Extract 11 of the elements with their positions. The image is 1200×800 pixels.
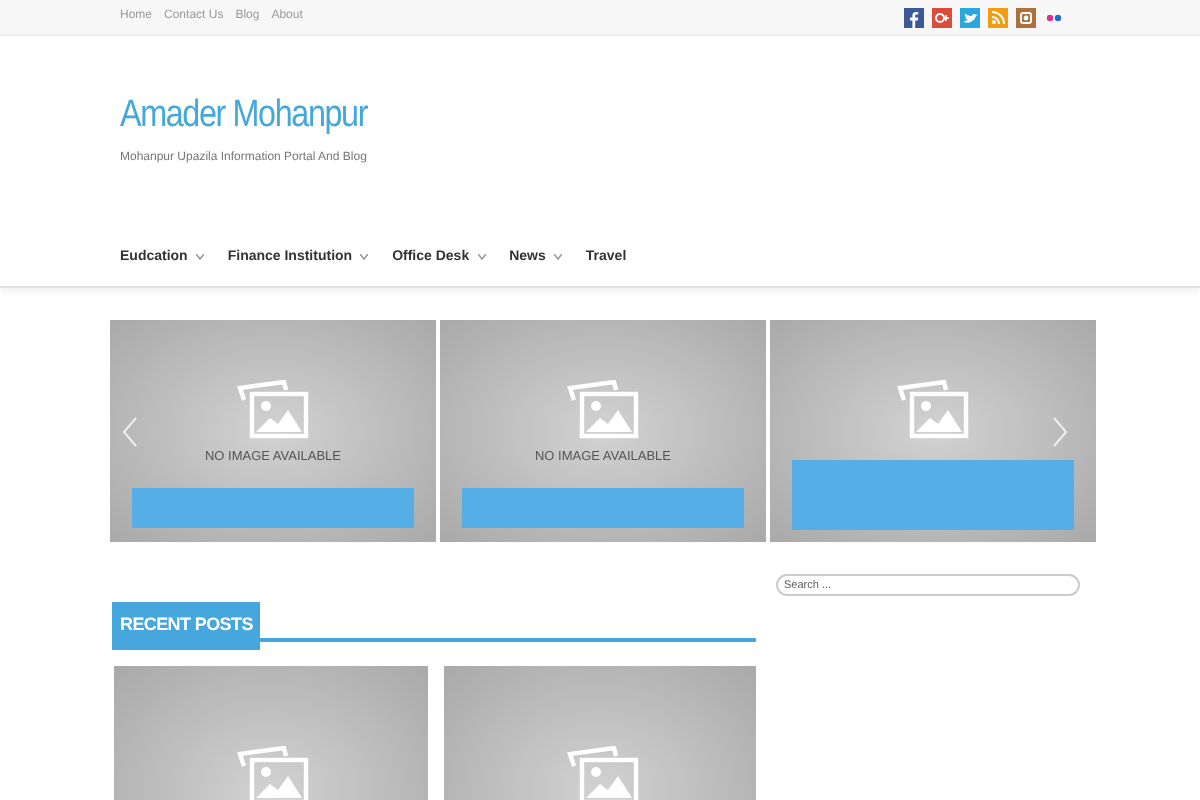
image-placeholder-icon — [236, 746, 310, 800]
camera-icon[interactable] — [1016, 7, 1036, 27]
bird-icon[interactable] — [960, 7, 980, 27]
section-title: RECENT POSTS — [112, 602, 261, 649]
f-logo-icon[interactable] — [904, 7, 924, 27]
image-placeholder-icon — [566, 380, 640, 440]
image-placeholder-icon — [236, 380, 310, 440]
g-plus-icon[interactable] — [932, 7, 952, 27]
image-placeholder-icon — [896, 380, 970, 440]
rss-icon[interactable] — [988, 7, 1008, 27]
image-placeholder-icon — [565, 746, 639, 800]
